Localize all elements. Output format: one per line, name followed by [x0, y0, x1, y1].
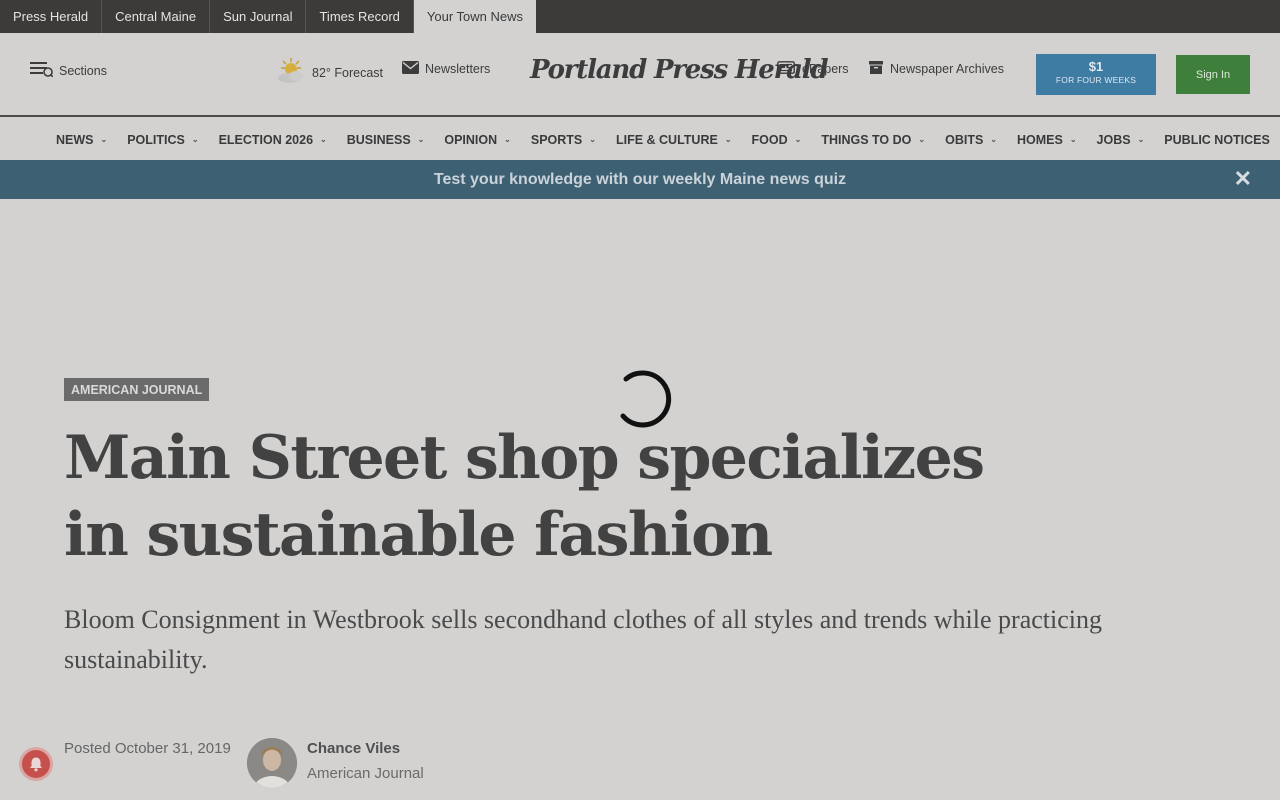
chevron-down-icon: ⌄: [918, 135, 926, 144]
article-headline: Main Street shop specializes in sustaina…: [64, 423, 985, 570]
nav-item-label: LIFE & CULTURE: [615, 132, 718, 147]
site-header: Sections 82° Forecast Newsletters Portla…: [0, 33, 1280, 117]
nav-item-label: JOBS: [1096, 132, 1131, 147]
weather-label: 82° Forecast: [312, 65, 384, 80]
archives-label: Newspaper Archives: [890, 62, 1004, 76]
nav-item-things-to-do[interactable]: THINGS TO DO ⌄: [821, 133, 925, 147]
nav-item-public-notices[interactable]: PUBLIC NOTICES: [1164, 133, 1270, 147]
quiz-banner[interactable]: Test your knowledge with our weekly Main…: [0, 160, 1280, 199]
epapers-link[interactable]: ePapers: [777, 61, 849, 77]
article-post-date: Posted October 31, 2019: [64, 740, 231, 757]
subscribe-offer: FOR FOUR WEEKS: [1055, 75, 1137, 85]
chevron-down-icon: ⌄: [990, 135, 997, 144]
nav-item-label: HOMES: [1017, 132, 1063, 147]
nav-item-food[interactable]: FOOD ⌄: [752, 133, 802, 147]
close-icon[interactable]: ✕: [1234, 168, 1252, 190]
newspaper-archives-link[interactable]: Newspaper Archives: [869, 61, 1004, 77]
nav-item-label: PUBLIC NOTICES: [1164, 132, 1270, 147]
nav-item-business[interactable]: BUSINESS ⌄: [347, 133, 425, 147]
weather-forecast-link[interactable]: 82° Forecast: [276, 57, 383, 88]
nav-item-sports[interactable]: SPORTS ⌄: [531, 133, 596, 147]
network-tab-press-herald[interactable]: Press Herald: [0, 0, 103, 33]
nav-item-label: FOOD: [751, 132, 788, 147]
notifications-button[interactable]: [19, 747, 53, 781]
nav-item-life-culture[interactable]: LIFE & CULTURE ⌄: [616, 133, 732, 147]
chevron-down-icon: ⌄: [724, 135, 732, 144]
archive-box-icon: [869, 61, 883, 77]
nav-item-election-2026[interactable]: ELECTION 2026 ⌄: [219, 133, 327, 147]
network-tab-your-town-news[interactable]: Your Town News: [413, 0, 537, 33]
author-publication: American Journal: [307, 765, 424, 782]
author-avatar[interactable]: [247, 738, 297, 788]
sections-button[interactable]: Sections: [30, 61, 107, 80]
nav-item-label: THINGS TO DO: [821, 132, 912, 147]
sign-in-button[interactable]: Sign In: [1176, 55, 1250, 94]
sections-label: Sections: [59, 63, 107, 78]
nav-item-label: OPINION: [444, 132, 498, 147]
nav-item-label: SPORTS: [530, 132, 583, 147]
nav-item-label: POLITICS: [127, 132, 185, 147]
chevron-down-icon: ⌄: [1069, 135, 1077, 144]
chevron-down-icon: ⌄: [504, 135, 511, 144]
nav-item-obits[interactable]: OBITS ⌄: [945, 133, 997, 147]
newsletters-label: Newsletters: [425, 62, 491, 76]
nav-item-politics[interactable]: POLITICS ⌄: [127, 133, 198, 147]
nav-item-label: NEWS: [56, 132, 94, 147]
chevron-down-icon: ⌄: [794, 135, 802, 144]
nav-item-label: OBITS: [945, 132, 984, 147]
menu-list-icon: [30, 61, 54, 80]
network-bar: Press Herald Central Maine Sun Journal T…: [0, 0, 1280, 33]
nav-item-news[interactable]: NEWS ⌄: [56, 133, 107, 147]
chevron-down-icon: ⌄: [1137, 135, 1145, 144]
nav-item-opinion[interactable]: OPINION ⌄: [444, 133, 511, 147]
envelope-icon: [402, 61, 419, 77]
article-category-badge[interactable]: AMERICAN JOURNAL: [64, 378, 210, 401]
chevron-down-icon: ⌄: [320, 135, 327, 144]
chevron-down-icon: ⌄: [589, 135, 596, 144]
nav-item-jobs[interactable]: JOBS ⌄: [1097, 133, 1145, 147]
chevron-down-icon: ⌄: [191, 135, 199, 144]
network-tab-central-maine[interactable]: Central Maine: [102, 0, 211, 33]
chevron-down-icon: ⌄: [100, 135, 108, 144]
network-tab-times-record[interactable]: Times Record: [306, 0, 414, 33]
subscribe-button[interactable]: $1 FOR FOUR WEEKS: [1036, 54, 1156, 95]
subscribe-price: $1: [1088, 59, 1104, 74]
epapers-label: ePapers: [802, 62, 849, 76]
nav-item-label: BUSINESS: [346, 132, 411, 147]
newsletters-link[interactable]: Newsletters: [402, 61, 490, 77]
network-tab-sun-journal[interactable]: Sun Journal: [210, 0, 307, 33]
bell-icon: [22, 750, 50, 778]
nav-item-label: ELECTION 2026: [218, 132, 314, 147]
article-summary: Bloom Consignment in Westbrook sells sec…: [64, 605, 1102, 674]
newspaper-icon: [777, 61, 795, 77]
main-nav: NEWS ⌄ POLITICS ⌄ ELECTION 2026 ⌄ BUSINESS ⌄…: [0, 119, 1280, 160]
banner-text: Test your knowledge with our weekly Main…: [433, 170, 847, 188]
sun-cloud-icon: [276, 57, 306, 88]
nav-item-homes[interactable]: HOMES ⌄: [1017, 133, 1077, 147]
author-name[interactable]: Chance Viles: [307, 740, 400, 757]
chevron-down-icon: ⌄: [417, 135, 425, 144]
